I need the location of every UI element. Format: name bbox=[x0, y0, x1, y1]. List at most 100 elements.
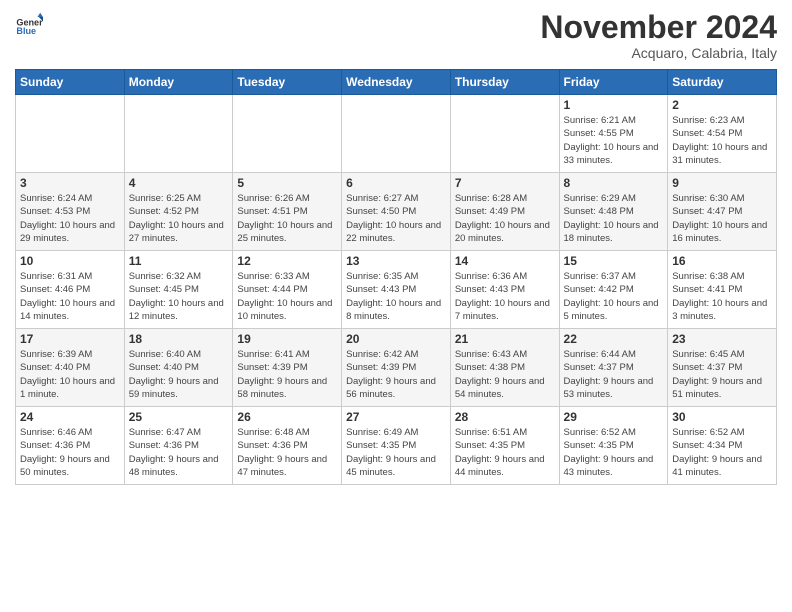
logo-icon: General Blue bbox=[15, 10, 43, 38]
calendar-cell: 13 Sunrise: 6:35 AM Sunset: 4:43 PM Dayli… bbox=[342, 251, 451, 329]
day-info: Sunrise: 6:35 AM Sunset: 4:43 PM Dayligh… bbox=[346, 270, 446, 323]
calendar-cell bbox=[342, 95, 451, 173]
day-info: Sunrise: 6:44 AM Sunset: 4:37 PM Dayligh… bbox=[564, 348, 664, 401]
day-number: 6 bbox=[346, 176, 446, 190]
day-info: Sunrise: 6:52 AM Sunset: 4:34 PM Dayligh… bbox=[672, 426, 772, 479]
day-info: Sunrise: 6:38 AM Sunset: 4:41 PM Dayligh… bbox=[672, 270, 772, 323]
calendar-cell: 20 Sunrise: 6:42 AM Sunset: 4:39 PM Dayli… bbox=[342, 329, 451, 407]
calendar-cell: 25 Sunrise: 6:47 AM Sunset: 4:36 PM Dayli… bbox=[124, 407, 233, 485]
page-header: General Blue November 2024 Acquaro, Cala… bbox=[15, 10, 777, 61]
calendar-week-row: 24Sunrise: 6:46 AM Sunset: 4:36 PM Dayli… bbox=[16, 407, 777, 485]
day-number: 25 bbox=[129, 410, 229, 424]
day-info: Sunrise: 6:32 AM Sunset: 4:45 PM Dayligh… bbox=[129, 270, 229, 323]
day-info: Sunrise: 6:25 AM Sunset: 4:52 PM Dayligh… bbox=[129, 192, 229, 245]
calendar-cell: 30Sunrise: 6:52 AM Sunset: 4:34 PM Dayli… bbox=[668, 407, 777, 485]
calendar-cell: 3 Sunrise: 6:24 AM Sunset: 4:53 PM Daylig… bbox=[16, 173, 125, 251]
day-number: 9 bbox=[672, 176, 772, 190]
day-info: Sunrise: 6:26 AM Sunset: 4:51 PM Dayligh… bbox=[237, 192, 337, 245]
calendar-week-row: 10 Sunrise: 6:31 AM Sunset: 4:46 PM Dayli… bbox=[16, 251, 777, 329]
day-number: 15 bbox=[564, 254, 664, 268]
calendar-cell: 16 Sunrise: 6:38 AM Sunset: 4:41 PM Dayli… bbox=[668, 251, 777, 329]
calendar-week-row: 1 Sunrise: 6:21 AM Sunset: 4:55 PM Daylig… bbox=[16, 95, 777, 173]
calendar-cell: 15 Sunrise: 6:37 AM Sunset: 4:42 PM Dayli… bbox=[559, 251, 668, 329]
day-number: 29 bbox=[564, 410, 664, 424]
weekday-header: Thursday bbox=[450, 70, 559, 95]
calendar-cell: 22 Sunrise: 6:44 AM Sunset: 4:37 PM Dayli… bbox=[559, 329, 668, 407]
day-number: 2 bbox=[672, 98, 772, 112]
calendar-cell: 26Sunrise: 6:48 AM Sunset: 4:36 PM Dayli… bbox=[233, 407, 342, 485]
day-info: Sunrise: 6:28 AM Sunset: 4:49 PM Dayligh… bbox=[455, 192, 555, 245]
calendar-cell: 5Sunrise: 6:26 AM Sunset: 4:51 PM Daylig… bbox=[233, 173, 342, 251]
day-info: Sunrise: 6:51 AM Sunset: 4:35 PM Dayligh… bbox=[455, 426, 555, 479]
day-info: Sunrise: 6:37 AM Sunset: 4:42 PM Dayligh… bbox=[564, 270, 664, 323]
day-info: Sunrise: 6:40 AM Sunset: 4:40 PM Dayligh… bbox=[129, 348, 229, 401]
day-number: 23 bbox=[672, 332, 772, 346]
calendar-cell: 27 Sunrise: 6:49 AM Sunset: 4:35 PM Dayli… bbox=[342, 407, 451, 485]
calendar-cell: 21Sunrise: 6:43 AM Sunset: 4:38 PM Dayli… bbox=[450, 329, 559, 407]
day-info: Sunrise: 6:30 AM Sunset: 4:47 PM Dayligh… bbox=[672, 192, 772, 245]
calendar-cell: 4 Sunrise: 6:25 AM Sunset: 4:52 PM Daylig… bbox=[124, 173, 233, 251]
calendar-cell bbox=[233, 95, 342, 173]
calendar-cell: 10 Sunrise: 6:31 AM Sunset: 4:46 PM Dayli… bbox=[16, 251, 125, 329]
day-number: 20 bbox=[346, 332, 446, 346]
weekday-header: Saturday bbox=[668, 70, 777, 95]
day-number: 1 bbox=[564, 98, 664, 112]
calendar-week-row: 17 Sunrise: 6:39 AM Sunset: 4:40 PM Dayli… bbox=[16, 329, 777, 407]
day-info: Sunrise: 6:27 AM Sunset: 4:50 PM Dayligh… bbox=[346, 192, 446, 245]
day-number: 16 bbox=[672, 254, 772, 268]
day-number: 7 bbox=[455, 176, 555, 190]
day-number: 3 bbox=[20, 176, 120, 190]
calendar-cell: 29 Sunrise: 6:52 AM Sunset: 4:35 PM Dayli… bbox=[559, 407, 668, 485]
calendar-cell: 24Sunrise: 6:46 AM Sunset: 4:36 PM Dayli… bbox=[16, 407, 125, 485]
day-info: Sunrise: 6:23 AM Sunset: 4:54 PM Dayligh… bbox=[672, 114, 772, 167]
calendar-cell bbox=[16, 95, 125, 173]
weekday-header: Tuesday bbox=[233, 70, 342, 95]
title-block: November 2024 Acquaro, Calabria, Italy bbox=[540, 10, 777, 61]
day-number: 4 bbox=[129, 176, 229, 190]
day-number: 11 bbox=[129, 254, 229, 268]
day-number: 10 bbox=[20, 254, 120, 268]
day-info: Sunrise: 6:39 AM Sunset: 4:40 PM Dayligh… bbox=[20, 348, 120, 401]
day-info: Sunrise: 6:36 AM Sunset: 4:43 PM Dayligh… bbox=[455, 270, 555, 323]
calendar-cell: 19 Sunrise: 6:41 AM Sunset: 4:39 PM Dayli… bbox=[233, 329, 342, 407]
day-info: Sunrise: 6:52 AM Sunset: 4:35 PM Dayligh… bbox=[564, 426, 664, 479]
weekday-header: Monday bbox=[124, 70, 233, 95]
logo: General Blue bbox=[15, 10, 43, 38]
day-number: 13 bbox=[346, 254, 446, 268]
day-info: Sunrise: 6:45 AM Sunset: 4:37 PM Dayligh… bbox=[672, 348, 772, 401]
calendar-cell: 11 Sunrise: 6:32 AM Sunset: 4:45 PM Dayli… bbox=[124, 251, 233, 329]
day-number: 28 bbox=[455, 410, 555, 424]
day-number: 24 bbox=[20, 410, 120, 424]
weekday-header: Sunday bbox=[16, 70, 125, 95]
day-info: Sunrise: 6:49 AM Sunset: 4:35 PM Dayligh… bbox=[346, 426, 446, 479]
day-number: 18 bbox=[129, 332, 229, 346]
calendar-cell: 17 Sunrise: 6:39 AM Sunset: 4:40 PM Dayli… bbox=[16, 329, 125, 407]
day-number: 12 bbox=[237, 254, 337, 268]
day-info: Sunrise: 6:24 AM Sunset: 4:53 PM Dayligh… bbox=[20, 192, 120, 245]
calendar-cell: 2 Sunrise: 6:23 AM Sunset: 4:54 PM Daylig… bbox=[668, 95, 777, 173]
day-number: 27 bbox=[346, 410, 446, 424]
calendar-cell bbox=[450, 95, 559, 173]
calendar-cell: 14Sunrise: 6:36 AM Sunset: 4:43 PM Dayli… bbox=[450, 251, 559, 329]
day-info: Sunrise: 6:21 AM Sunset: 4:55 PM Dayligh… bbox=[564, 114, 664, 167]
day-number: 26 bbox=[237, 410, 337, 424]
calendar-cell bbox=[124, 95, 233, 173]
calendar-cell: 1 Sunrise: 6:21 AM Sunset: 4:55 PM Daylig… bbox=[559, 95, 668, 173]
day-number: 22 bbox=[564, 332, 664, 346]
day-info: Sunrise: 6:47 AM Sunset: 4:36 PM Dayligh… bbox=[129, 426, 229, 479]
day-number: 17 bbox=[20, 332, 120, 346]
day-info: Sunrise: 6:31 AM Sunset: 4:46 PM Dayligh… bbox=[20, 270, 120, 323]
day-number: 19 bbox=[237, 332, 337, 346]
calendar-cell: 23 Sunrise: 6:45 AM Sunset: 4:37 PM Dayli… bbox=[668, 329, 777, 407]
day-info: Sunrise: 6:43 AM Sunset: 4:38 PM Dayligh… bbox=[455, 348, 555, 401]
location-subtitle: Acquaro, Calabria, Italy bbox=[540, 45, 777, 61]
calendar-cell: 6 Sunrise: 6:27 AM Sunset: 4:50 PM Daylig… bbox=[342, 173, 451, 251]
weekday-header: Wednesday bbox=[342, 70, 451, 95]
calendar-cell: 18 Sunrise: 6:40 AM Sunset: 4:40 PM Dayli… bbox=[124, 329, 233, 407]
calendar-cell: 12Sunrise: 6:33 AM Sunset: 4:44 PM Dayli… bbox=[233, 251, 342, 329]
calendar-cell: 7 Sunrise: 6:28 AM Sunset: 4:49 PM Daylig… bbox=[450, 173, 559, 251]
day-info: Sunrise: 6:41 AM Sunset: 4:39 PM Dayligh… bbox=[237, 348, 337, 401]
day-info: Sunrise: 6:29 AM Sunset: 4:48 PM Dayligh… bbox=[564, 192, 664, 245]
svg-text:Blue: Blue bbox=[16, 26, 36, 36]
day-info: Sunrise: 6:42 AM Sunset: 4:39 PM Dayligh… bbox=[346, 348, 446, 401]
